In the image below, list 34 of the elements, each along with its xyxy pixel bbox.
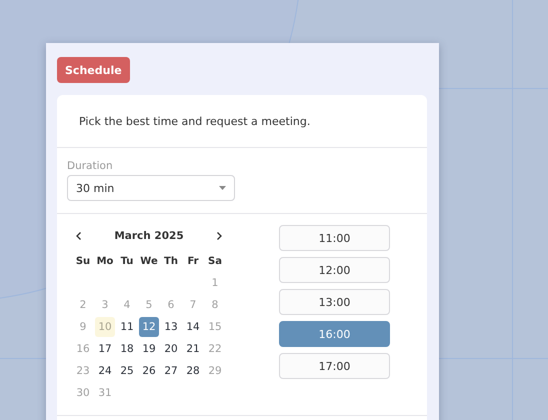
calendar-day[interactable]: 20	[161, 339, 181, 359]
calendar-day[interactable]: 21	[183, 339, 203, 359]
calendar-day[interactable]: 26	[139, 361, 159, 381]
calendar-day[interactable]: 19	[139, 339, 159, 359]
weekday-label: We	[139, 254, 159, 268]
calendar-day[interactable]: 10	[95, 317, 115, 337]
calendar-day[interactable]: 18	[117, 339, 137, 359]
intro-text: Pick the best time and request a meeting.	[57, 95, 427, 148]
calendar-day[interactable]: 28	[183, 361, 203, 381]
schedule-button[interactable]: Schedule	[57, 57, 130, 83]
chevron-left-icon[interactable]	[74, 231, 84, 241]
calendar-day[interactable]: 13	[161, 317, 181, 337]
weekday-label: Fr	[186, 254, 200, 268]
time-slot-button[interactable]: 16:00	[279, 321, 390, 347]
calendar-day[interactable]: 25	[117, 361, 137, 381]
calendar-day[interactable]: 11	[117, 317, 137, 337]
time-slot-button[interactable]: 11:00	[279, 225, 390, 251]
month-title: March 2025	[114, 230, 184, 242]
calendar-day[interactable]: 27	[161, 361, 181, 381]
calendar-day[interactable]: 24	[95, 361, 115, 381]
calendar-day[interactable]: 17	[95, 339, 115, 359]
weekday-label: Sa	[207, 254, 223, 268]
weekday-label: Tu	[120, 254, 134, 268]
weekday-label: Su	[74, 254, 92, 268]
weekday-label: Th	[163, 254, 179, 268]
calendar-day[interactable]: 14	[183, 317, 203, 337]
dropdown-caret-icon	[219, 186, 226, 190]
time-slot-button[interactable]: 12:00	[279, 257, 390, 283]
duration-select[interactable]: 30 min	[67, 175, 235, 201]
duration-label: Duration	[67, 160, 114, 172]
calendar-day[interactable]: 12	[139, 317, 159, 337]
weekday-label: Mo	[96, 254, 114, 268]
time-slot-button[interactable]: 17:00	[279, 353, 390, 379]
time-slot-button[interactable]: 13:00	[279, 289, 390, 315]
